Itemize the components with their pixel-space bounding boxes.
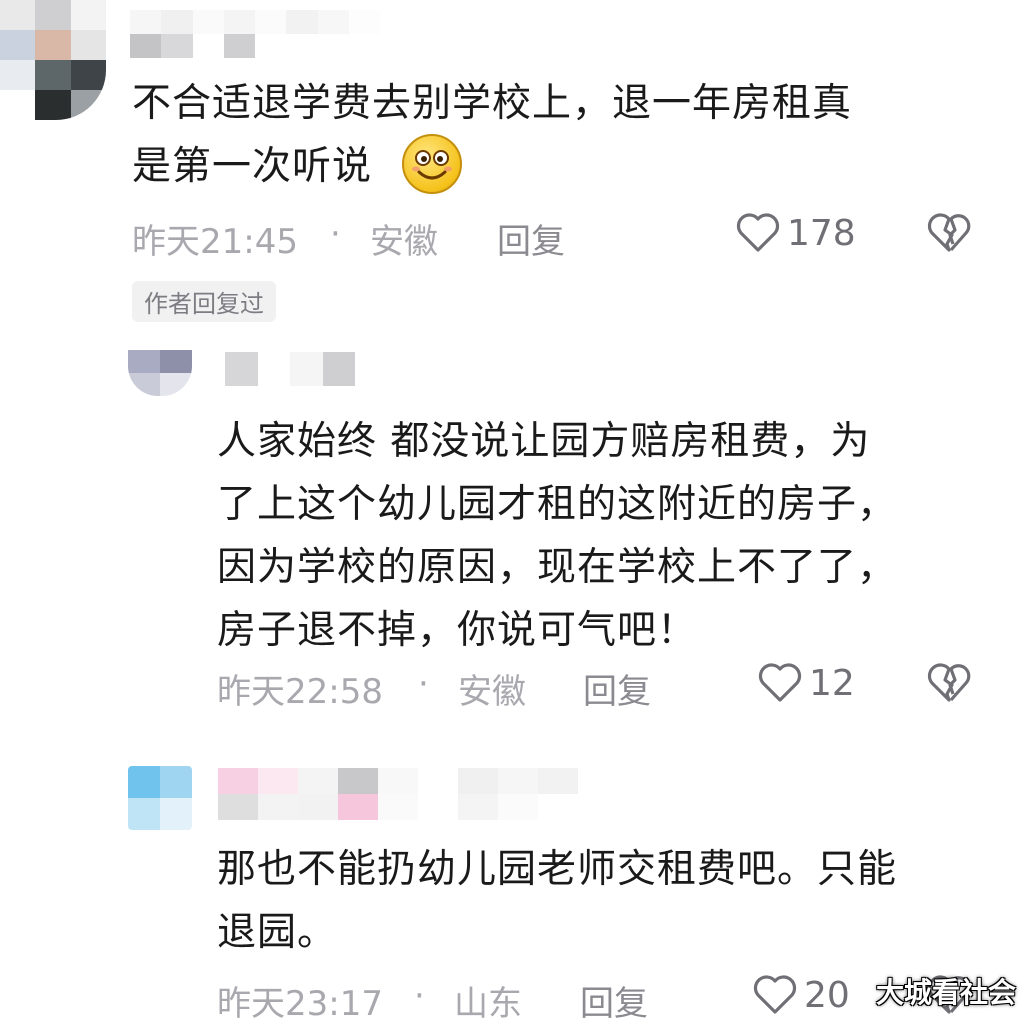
like-button[interactable]: 12 bbox=[757, 660, 855, 706]
heart-icon bbox=[753, 975, 797, 1014]
username[interactable] bbox=[130, 10, 380, 58]
comment-location: 山东 bbox=[454, 984, 522, 1024]
heart-icon bbox=[736, 213, 780, 252]
reply-button[interactable]: 回复 bbox=[580, 976, 648, 1025]
comment-text: 不合适退学费去别学校上，退一年房租真 是第一次听说 bbox=[132, 81, 853, 189]
meta-separator: · bbox=[418, 664, 429, 704]
watermark: 大城看社会 bbox=[875, 976, 1016, 1009]
author-replied-badge: 作者回复过 bbox=[132, 281, 276, 322]
heart-icon bbox=[758, 663, 802, 702]
username[interactable] bbox=[218, 768, 578, 820]
avatar[interactable] bbox=[128, 766, 192, 830]
like-button[interactable]: 20 bbox=[752, 972, 850, 1018]
comment-time: 昨天23:17 bbox=[217, 984, 383, 1024]
meta-separator: · bbox=[414, 976, 425, 1016]
comment-location: 安徽 bbox=[370, 222, 438, 262]
comment-text: 人家始终 都没说让园方赔房租费，为 了上这个幼儿园才租的这附近的房子， 因为学校… bbox=[217, 419, 898, 653]
like-button[interactable]: 178 bbox=[735, 210, 856, 256]
like-count: 12 bbox=[809, 662, 855, 704]
dislike-button[interactable] bbox=[926, 660, 972, 710]
dislike-button[interactable] bbox=[926, 210, 972, 260]
reply-button[interactable]: 回复 bbox=[583, 664, 651, 713]
like-count: 20 bbox=[804, 974, 850, 1016]
comment-time: 昨天22:58 bbox=[217, 672, 383, 712]
broken-heart-icon bbox=[927, 663, 971, 702]
comment-text: 那也不能扔幼儿园老师交租费吧。只能 退园。 bbox=[217, 847, 898, 955]
comment-time: 昨天21:45 bbox=[132, 222, 298, 262]
avatar[interactable] bbox=[128, 350, 192, 396]
like-count: 178 bbox=[787, 212, 856, 254]
username[interactable] bbox=[225, 352, 355, 386]
reply-button[interactable]: 回复 bbox=[497, 214, 565, 263]
smile-face-icon bbox=[402, 134, 462, 194]
comment-location: 安徽 bbox=[458, 672, 526, 712]
broken-heart-icon bbox=[927, 213, 971, 252]
meta-separator: · bbox=[330, 214, 341, 254]
avatar[interactable] bbox=[0, 0, 106, 120]
